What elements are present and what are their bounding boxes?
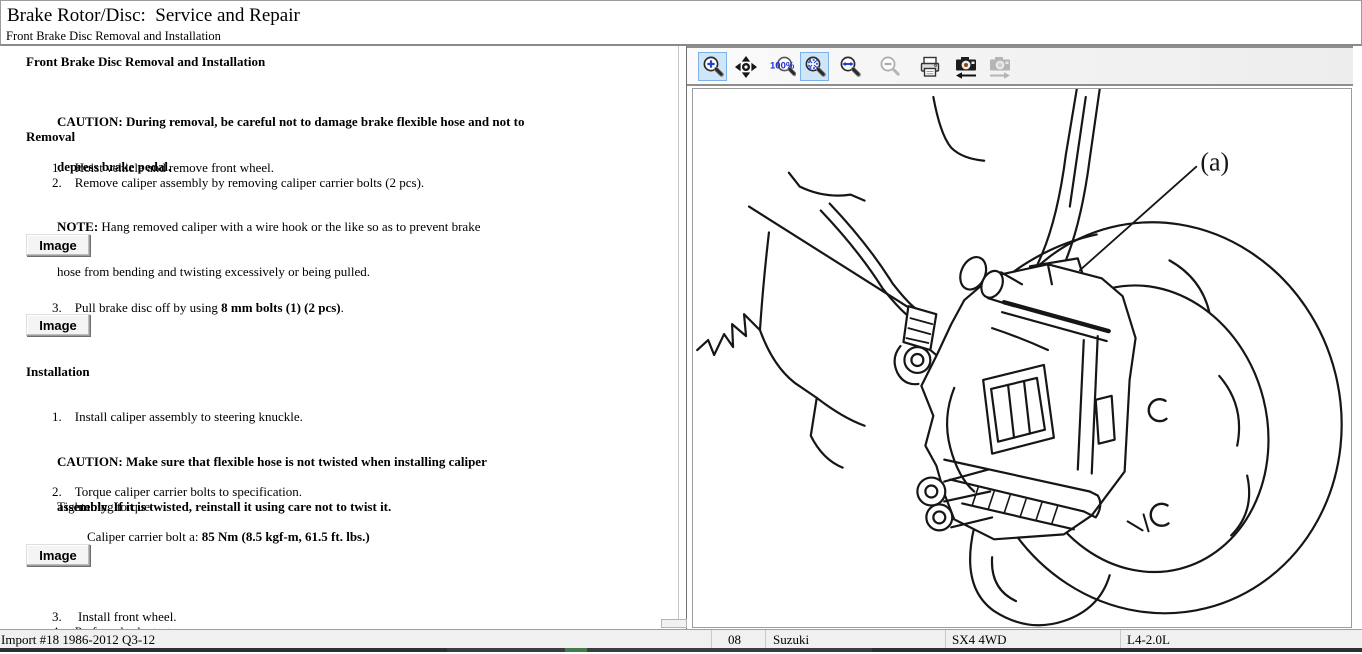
status-model: SX4 4WD [952,632,1007,648]
image-button-2[interactable]: Image [26,314,90,336]
status-year: 08 [728,632,741,648]
banjo-bolt [904,347,930,373]
torque-heading: Tightening torque [57,499,150,514]
figure-canvas[interactable]: (a) [692,88,1352,628]
previous-image-icon [953,54,979,80]
zoom-out-button[interactable] [875,52,904,81]
torque-spec: Caliper carrier bolt a: 85 Nm (8.5 kgf-m… [74,514,370,559]
carrier-bolt-bottom [917,478,945,506]
print-icon [918,55,942,79]
image-viewer-panel: 100% [687,46,1362,629]
image-button-3[interactable]: Image [26,544,90,566]
zoom-horizontal-icon [838,55,862,79]
removal-heading: Removal [26,129,75,144]
pan-icon [734,55,758,79]
document-header: Brake Rotor/Disc: Service and Repair Fro… [0,0,1362,46]
zoom-in-button[interactable] [698,52,727,81]
next-image-icon [987,54,1013,80]
page-subtitle: Front Brake Disc Removal and Installatio… [6,29,221,44]
next-image-button[interactable] [985,52,1014,81]
zoom-horizontal-button[interactable] [835,52,864,81]
pan-button[interactable] [731,52,760,81]
figure-body-curve [933,97,984,161]
status-import-info: Import #18 1986-2012 Q3-12 [1,632,155,648]
previous-image-button[interactable] [951,52,980,81]
article-heading: Front Brake Disc Removal and Installatio… [26,54,265,69]
zoom-fit-icon [803,55,827,79]
zoom-fit-button[interactable] [800,52,829,81]
brake-hose [830,204,919,311]
page-title: Brake Rotor/Disc: Service and Repair [7,5,300,27]
status-engine: L4-2.0L [1127,632,1170,648]
viewer-toolbar: 100% [687,46,1353,86]
panel-divider-light [678,46,679,620]
print-button[interactable] [915,52,944,81]
brake-assembly-figure: (a) [693,89,1351,627]
scrollbar-corner [661,619,687,628]
taskbar-edge [0,648,1362,652]
zoom-100-icon: 100% [770,55,796,79]
zoom-in-icon [701,55,725,79]
status-bar: Import #18 1986-2012 Q3-12 08 Suzuki SX4… [0,629,1362,649]
taskbar-green-indicator [565,648,587,652]
zoom-out-icon [878,55,902,79]
callout-label-a: (a) [1200,148,1229,177]
svg-text:100%: 100% [770,60,795,71]
status-make: Suzuki [773,632,809,648]
app-window: { "header": { "title": "Brake Rotor/Disc… [0,0,1362,652]
image-button-1[interactable]: Image [26,234,90,256]
installation-heading: Installation [26,364,90,379]
zoom-100-button[interactable]: 100% [768,52,797,81]
